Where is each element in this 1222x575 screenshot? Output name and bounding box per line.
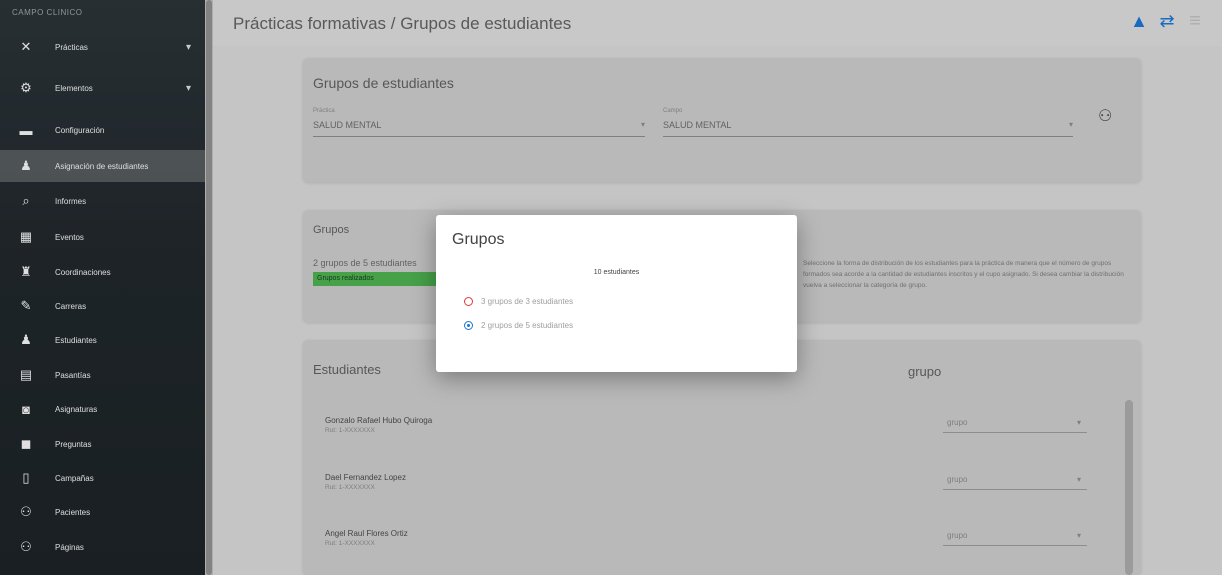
group-option-0[interactable]: 3 grupos de 3 estudiantes (464, 297, 573, 306)
option-label: 2 grupos de 5 estudiantes (481, 321, 574, 330)
groups-dialog: Grupos 10 estudiantes 3 grupos de 3 estu… (436, 215, 797, 372)
radio-checked-icon[interactable] (464, 321, 473, 330)
group-option-1[interactable]: 2 grupos de 5 estudiantes (464, 321, 573, 330)
dialog-subtitle: 10 estudiantes (593, 269, 640, 276)
dialog-title: Grupos (452, 231, 505, 248)
radio-unchecked-icon[interactable] (464, 297, 473, 306)
option-label: 3 grupos de 3 estudiantes (481, 297, 574, 306)
